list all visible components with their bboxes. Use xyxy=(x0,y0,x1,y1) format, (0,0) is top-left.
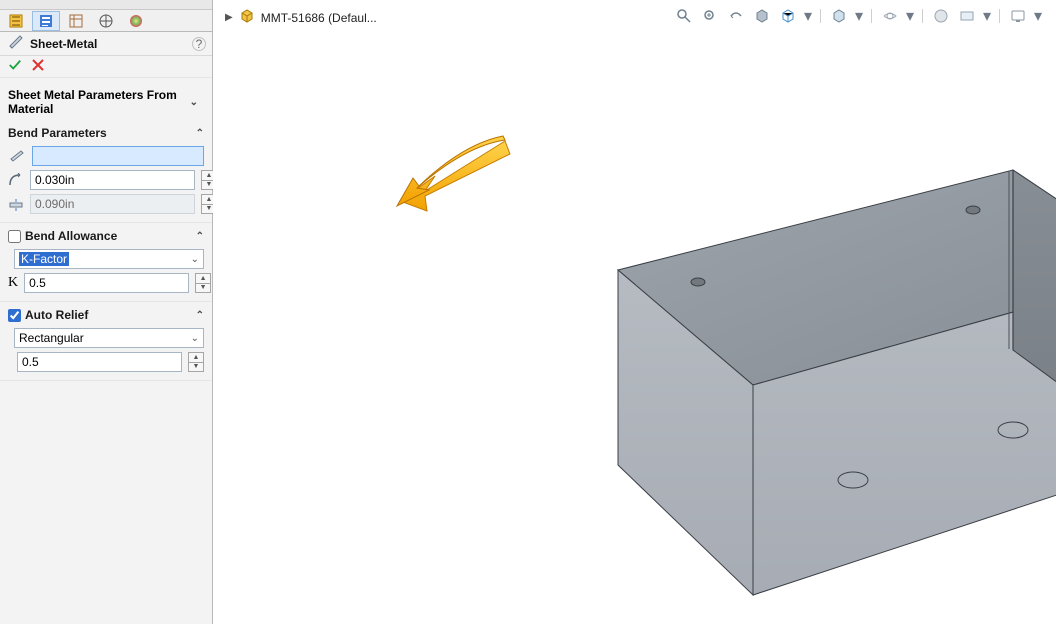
previous-view-icon[interactable] xyxy=(726,6,746,26)
dropdown-icon[interactable]: ▾ xyxy=(983,6,991,26)
relief-ratio-up[interactable]: ▲ xyxy=(188,352,204,362)
section-bend-allowance-header[interactable]: Bend Allowance ⌃ xyxy=(8,227,204,247)
chevron-up-icon: ⌃ xyxy=(196,128,204,139)
thickness-input[interactable] xyxy=(30,194,195,214)
gauge-row xyxy=(8,144,204,168)
auto-relief-type-select[interactable]: Rectangular ⌄ xyxy=(14,328,204,348)
auto-relief-type-label: Rectangular xyxy=(19,331,84,345)
section-bend-parameters: Bend Parameters ⌃ ▲ ▼ xyxy=(0,120,212,223)
relief-ratio-down[interactable]: ▼ xyxy=(188,362,204,372)
section-bend-allowance-label: Bend Allowance xyxy=(25,229,117,243)
help-button[interactable]: ? xyxy=(192,37,206,51)
separator xyxy=(999,9,1000,23)
display-style-icon[interactable] xyxy=(829,6,849,26)
property-manager-panel: Sheet-Metal ? Sheet Metal Parameters Fro… xyxy=(0,0,213,624)
model[interactable] xyxy=(523,140,1056,610)
cancel-button[interactable] xyxy=(32,59,44,74)
chevron-down-icon: ⌄ xyxy=(191,333,199,344)
k-factor-label: K xyxy=(8,275,18,291)
gauge-icon xyxy=(8,149,26,163)
bend-allowance-checkbox[interactable] xyxy=(8,230,21,243)
panel-top-strip xyxy=(0,0,212,10)
feature-header: Sheet-Metal ? xyxy=(0,32,212,56)
tab-dimxpert[interactable] xyxy=(92,11,120,31)
chevron-down-icon: ⌄ xyxy=(190,97,198,108)
relief-ratio-row: ▲ ▼ xyxy=(8,350,204,374)
section-auto-relief-label: Auto Relief xyxy=(25,308,88,322)
chevron-up-icon: ⌃ xyxy=(196,231,204,242)
bend-radius-row: ▲ ▼ xyxy=(8,168,204,192)
k-factor-row: K ▲ ▼ xyxy=(8,271,204,295)
tab-display-manager[interactable] xyxy=(122,11,150,31)
scene-icon[interactable] xyxy=(957,6,977,26)
chevron-up-icon: ⌃ xyxy=(196,310,204,321)
k-factor-spinner: ▲ ▼ xyxy=(195,273,211,293)
tab-configuration-manager[interactable] xyxy=(62,11,90,31)
appearance-icon[interactable] xyxy=(931,6,951,26)
gauge-input[interactable] xyxy=(32,146,204,166)
section-bend-parameters-label: Bend Parameters xyxy=(8,126,107,140)
breadcrumb-expand-icon[interactable]: ▶ xyxy=(225,12,233,23)
bend-radius-input[interactable] xyxy=(30,170,195,190)
sheet-metal-icon xyxy=(8,34,24,53)
dropdown-icon[interactable]: ▾ xyxy=(855,6,863,26)
dropdown-icon[interactable]: ▾ xyxy=(1034,6,1042,26)
bend-allowance-method-row: K-Factor ⌄ xyxy=(8,247,204,271)
app-root: Sheet-Metal ? Sheet Metal Parameters Fro… xyxy=(0,0,1056,624)
k-factor-down[interactable]: ▼ xyxy=(195,283,211,293)
section-material-header[interactable]: Sheet Metal Parameters From Material ⌄ xyxy=(8,82,204,120)
section-view-icon[interactable] xyxy=(752,6,772,26)
feature-title: Sheet-Metal xyxy=(30,37,97,51)
part-icon xyxy=(239,8,255,27)
section-material-label: Sheet Metal Parameters From Material xyxy=(8,88,190,116)
k-factor-up[interactable]: ▲ xyxy=(195,273,211,283)
section-auto-relief-header[interactable]: Auto Relief ⌃ xyxy=(8,306,204,326)
annotation-arrow xyxy=(395,136,515,216)
ok-button[interactable] xyxy=(8,58,22,75)
section-bend-allowance: Bend Allowance ⌃ K-Factor ⌄ K ▲ ▼ xyxy=(0,223,212,302)
breadcrumb-part-name: MMT-51686 (Defaul... xyxy=(261,11,377,25)
dropdown-icon[interactable]: ▾ xyxy=(804,6,812,26)
separator xyxy=(820,9,821,23)
panel-tab-row xyxy=(0,10,212,32)
section-material: Sheet Metal Parameters From Material ⌄ xyxy=(0,78,212,120)
separator xyxy=(922,9,923,23)
hide-show-icon[interactable] xyxy=(880,6,900,26)
relief-ratio-spinner: ▲ ▼ xyxy=(188,352,204,372)
bend-radius-icon xyxy=(8,173,24,187)
view-orientation-icon[interactable] xyxy=(778,6,798,26)
bend-allowance-method-label: K-Factor xyxy=(19,252,69,266)
thickness-icon xyxy=(8,197,24,211)
breadcrumb[interactable]: ▶ MMT-51686 (Defaul... xyxy=(225,8,377,27)
thickness-row: ▲ ▼ xyxy=(8,192,204,216)
tab-feature-manager[interactable] xyxy=(2,11,30,31)
auto-relief-type-row: Rectangular ⌄ xyxy=(8,326,204,350)
relief-ratio-input[interactable] xyxy=(17,352,182,372)
section-auto-relief: Auto Relief ⌃ Rectangular ⌄ ▲ ▼ xyxy=(0,302,212,381)
separator xyxy=(871,9,872,23)
zoom-fit-icon[interactable] xyxy=(674,6,694,26)
auto-relief-checkbox[interactable] xyxy=(8,309,21,322)
ok-cancel-row xyxy=(0,56,212,78)
graphics-viewport[interactable]: ▶ MMT-51686 (Defaul... ▾ ▾ ▾ ▾ ▾ xyxy=(213,0,1056,624)
section-bend-parameters-header[interactable]: Bend Parameters ⌃ xyxy=(8,124,204,144)
bend-allowance-method-select[interactable]: K-Factor ⌄ xyxy=(14,249,204,269)
view-settings-icon[interactable] xyxy=(1008,6,1028,26)
chevron-down-icon: ⌄ xyxy=(191,254,199,265)
tab-property-manager[interactable] xyxy=(32,11,60,31)
zoom-area-icon[interactable] xyxy=(700,6,720,26)
dropdown-icon[interactable]: ▾ xyxy=(906,6,914,26)
k-factor-input[interactable] xyxy=(24,273,189,293)
viewport-toolbar: ▾ ▾ ▾ ▾ ▾ xyxy=(674,6,1042,26)
